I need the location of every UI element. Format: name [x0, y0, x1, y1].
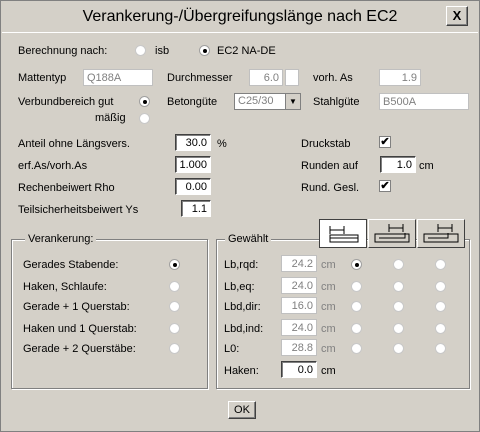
rund-gesl-checkbox[interactable]: ✔ — [379, 180, 391, 192]
radio-gewaehlt-r2-c1[interactable] — [393, 301, 404, 312]
anteil-unit: % — [217, 138, 227, 150]
vorh-as-label: vorh. As — [313, 72, 353, 84]
radio-verankerung-0[interactable] — [169, 259, 180, 270]
runden-field[interactable]: 1.0 — [380, 156, 416, 173]
teilsicherheit-field[interactable]: 1.1 — [181, 200, 211, 217]
radio-verbund-maessig[interactable] — [139, 113, 150, 124]
close-button[interactable]: X — [446, 6, 468, 26]
erf-as-field[interactable]: 1.000 — [175, 156, 211, 173]
ok-button[interactable]: OK — [228, 401, 256, 419]
radio-gewaehlt-r4-c2[interactable] — [435, 343, 446, 354]
verbundbereich-label: Verbundbereich gut — [18, 96, 114, 108]
lb-rqd-label: Lb,rqd: — [224, 259, 259, 271]
ec2-label: EC2 NA-DE — [217, 45, 276, 57]
radio-verankerung-3[interactable] — [169, 323, 180, 334]
verankerung-option-2: Gerade + 1 Querstab: — [23, 301, 130, 313]
radio-gewaehlt-r0-c0[interactable] — [351, 259, 362, 270]
radio-gewaehlt-r3-c0[interactable] — [351, 323, 362, 334]
chevron-down-icon[interactable]: ▼ — [285, 94, 300, 109]
lbd-ind-label: Lbd,ind: — [224, 323, 264, 335]
betonguete-value: C25/30 — [238, 95, 274, 107]
tab-haken-querstab[interactable] — [417, 219, 465, 248]
lb-eq-field[interactable]: 24.0 — [281, 277, 317, 294]
lb-eq-unit: cm — [321, 281, 336, 293]
durchmesser-field[interactable]: 6.0 — [249, 69, 283, 86]
radio-isb[interactable] — [135, 45, 146, 56]
runden-unit: cm — [419, 160, 434, 172]
radio-gewaehlt-r4-c0[interactable] — [351, 343, 362, 354]
lb-eq-label: Lb,eq: — [224, 281, 255, 293]
hook-crossbar-icon — [423, 224, 459, 243]
radio-verankerung-1[interactable] — [169, 281, 180, 292]
druckstab-checkbox[interactable]: ✔ — [379, 136, 391, 148]
haken-unit: cm — [321, 365, 336, 377]
stahlguete-label: Stahlgüte — [313, 96, 360, 108]
verankerung-title: Verankerung: — [25, 233, 97, 245]
berechnung-label: Berechnung nach: — [18, 45, 108, 57]
l0-label: L0: — [224, 343, 240, 355]
isb-label: isb — [155, 45, 170, 57]
stahlguete-field[interactable]: B500A — [379, 93, 469, 110]
radio-gewaehlt-r0-c1[interactable] — [393, 259, 404, 270]
gewaehlt-title: Gewählt — [225, 233, 272, 245]
haken-field[interactable]: 0.0 — [281, 361, 317, 378]
rechenbeiwert-field[interactable]: 0.00 — [175, 178, 211, 195]
betonguete-select[interactable]: C25/30 ▼ — [234, 93, 301, 110]
radio-gewaehlt-r1-c1[interactable] — [393, 281, 404, 292]
radio-ec2[interactable] — [199, 45, 210, 56]
maessig-label: mäßig — [95, 112, 126, 124]
lbd-dir-field[interactable]: 16.0 — [281, 297, 317, 314]
lbd-dir-unit: cm — [321, 301, 336, 313]
title-bar: Verankerung-/Übergreifungslänge nach EC2… — [2, 2, 478, 33]
straight-bar-icon — [329, 226, 359, 243]
tab-haken-schlaufe[interactable] — [368, 219, 416, 248]
durchmesser-suffix-field[interactable] — [285, 69, 299, 86]
radio-gewaehlt-r1-c2[interactable] — [435, 281, 446, 292]
mattentyp-field[interactable]: Q188A — [83, 69, 153, 86]
tab-gerades-stabende[interactable] — [319, 219, 367, 248]
window-title: Verankerung-/Übergreifungslänge nach EC2 — [82, 8, 398, 25]
vorh-as-field[interactable]: 1.9 — [379, 69, 421, 86]
anteil-field[interactable]: 30.0 — [175, 134, 211, 151]
hook-bar-icon — [374, 224, 410, 243]
lbd-ind-unit: cm — [321, 323, 336, 335]
l0-field[interactable]: 28.8 — [281, 339, 317, 356]
verankerung-option-1: Haken, Schlaufe: — [23, 281, 107, 293]
druckstab-label: Druckstab — [301, 138, 351, 150]
lb-rqd-unit: cm — [321, 259, 336, 271]
anteil-label: Anteil ohne Längsvers. — [18, 138, 130, 150]
rechenbeiwert-label: Rechenbeiwert Rho — [18, 182, 115, 194]
verankerung-option-3: Haken und 1 Querstab: — [23, 323, 137, 335]
radio-gewaehlt-r3-c1[interactable] — [393, 323, 404, 334]
l0-unit: cm — [321, 343, 336, 355]
lb-rqd-field[interactable]: 24.2 — [281, 255, 317, 272]
mattentyp-label: Mattentyp — [18, 72, 67, 84]
radio-gewaehlt-r0-c2[interactable] — [435, 259, 446, 270]
runden-label: Runden auf — [301, 160, 358, 172]
durchmesser-label: Durchmesser — [167, 72, 233, 84]
radio-gewaehlt-r1-c0[interactable] — [351, 281, 362, 292]
radio-verankerung-4[interactable] — [169, 343, 180, 354]
radio-verbund-gut[interactable] — [139, 96, 150, 107]
lbd-dir-label: Lbd,dir: — [224, 301, 261, 313]
erf-as-label: erf.As/vorh.As — [18, 160, 88, 172]
haken-label: Haken: — [224, 365, 259, 377]
betonguete-label: Betongüte — [167, 96, 218, 108]
verankerung-option-0: Gerades Stabende: — [23, 259, 119, 271]
radio-gewaehlt-r2-c0[interactable] — [351, 301, 362, 312]
radio-gewaehlt-r2-c2[interactable] — [435, 301, 446, 312]
rund-gesl-label: Rund. Gesl. — [301, 182, 360, 194]
radio-gewaehlt-r4-c1[interactable] — [393, 343, 404, 354]
radio-verankerung-2[interactable] — [169, 301, 180, 312]
dialog-window: Verankerung-/Übergreifungslänge nach EC2… — [0, 0, 480, 432]
verankerung-option-4: Gerade + 2 Querstäbe: — [23, 343, 136, 355]
radio-gewaehlt-r3-c2[interactable] — [435, 323, 446, 334]
lbd-ind-field[interactable]: 24.0 — [281, 319, 317, 336]
teilsicherheit-label: Teilsicherheitsbeiwert Ys — [18, 204, 139, 216]
